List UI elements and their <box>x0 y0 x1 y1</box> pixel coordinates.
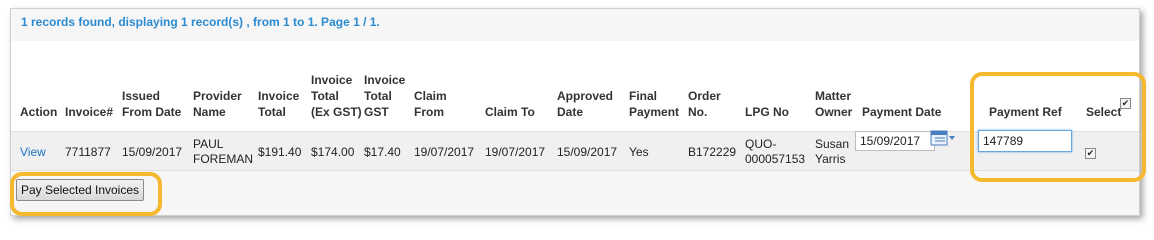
cell-claim-from: 19/07/2017 <box>414 145 475 159</box>
col-claim-to: Claim To <box>485 105 535 119</box>
col-invoice-total: Invoice Total <box>258 89 300 119</box>
col-provider-name: Provider Name <box>193 89 242 119</box>
cell-issued-from-date: 15/09/2017 <box>122 145 183 159</box>
col-invoice-total-gst: Invoice Total GST <box>364 73 406 119</box>
col-order-no: Order No. <box>688 89 721 119</box>
payment-date-field[interactable]: 15/09/2017 <box>855 131 935 151</box>
col-claim-from: Claim From <box>414 89 447 119</box>
cell-invoice-total-gst: $17.40 <box>364 145 401 159</box>
cell-provider-name: PAUL FOREMAN <box>193 137 253 166</box>
col-action: Action <box>20 105 58 119</box>
cell-order-no: B172229 <box>688 145 737 159</box>
col-final-payment: Final Payment <box>629 89 680 119</box>
view-link[interactable]: View <box>20 145 46 160</box>
cell-invoice-no: 7711877 <box>65 145 111 159</box>
col-payment-date: Payment Date <box>862 105 942 119</box>
col-lpg-no: LPG No <box>745 105 789 119</box>
calendar-icon[interactable] <box>930 130 956 146</box>
col-invoice-no: Invoice# <box>65 105 114 119</box>
cell-matter-owner: Susan Yarris <box>815 137 850 166</box>
cell-final-payment: Yes <box>629 145 649 159</box>
cell-invoice-total-ex-gst: $174.00 <box>311 145 355 159</box>
col-issued-from-date: Issued From Date <box>122 89 182 119</box>
pay-selected-invoices-button[interactable]: Pay Selected Invoices <box>16 179 144 201</box>
cell-claim-to: 19/07/2017 <box>485 145 546 159</box>
results-summary: 1 records found, displaying 1 record(s) … <box>21 15 380 29</box>
col-invoice-total-ex-gst: Invoice Total (Ex GST) <box>311 73 362 119</box>
cell-approved-date: 15/09/2017 <box>557 145 618 159</box>
payment-ref-highlight <box>970 72 1146 182</box>
cell-invoice-total: $191.40 <box>258 145 302 159</box>
cell-lpg-no: QUO- 000057153 <box>745 137 806 166</box>
col-approved-date: Approved Date <box>557 89 614 119</box>
col-matter-owner: Matter Owner <box>815 89 853 119</box>
